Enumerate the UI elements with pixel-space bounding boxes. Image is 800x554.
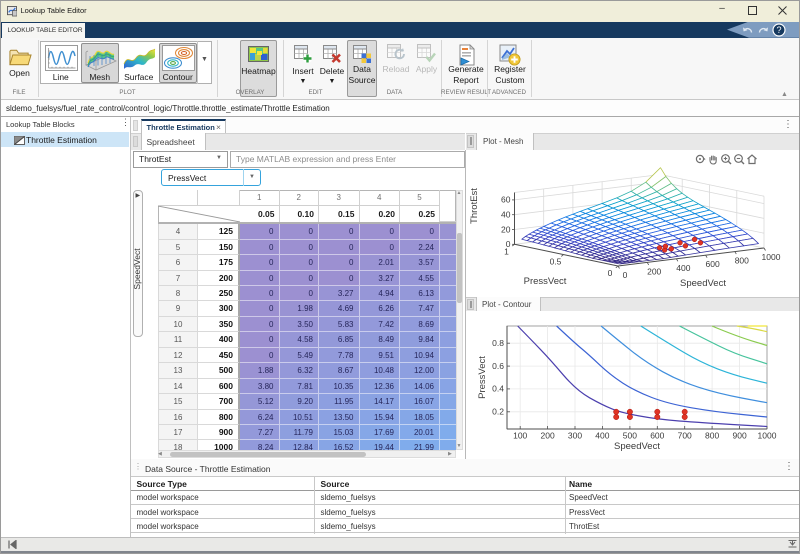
svg-text:60: 60: [501, 195, 511, 205]
svg-text:ThrotEst: ThrotEst: [469, 188, 480, 224]
svg-text:800: 800: [735, 256, 749, 266]
svg-text:100: 100: [513, 431, 527, 441]
svg-text:800: 800: [705, 431, 719, 441]
svg-text:300: 300: [568, 431, 582, 441]
svg-text:500: 500: [623, 431, 637, 441]
svg-text:600: 600: [706, 259, 720, 269]
svg-text:PressVect: PressVect: [477, 356, 488, 399]
svg-text:0.2: 0.2: [492, 407, 504, 417]
svg-text:PressVect: PressVect: [524, 276, 567, 287]
svg-text:200: 200: [541, 431, 555, 441]
svg-text:SpeedVect: SpeedVect: [614, 441, 660, 452]
svg-text:400: 400: [595, 431, 609, 441]
svg-text:0: 0: [506, 239, 511, 249]
svg-text:0.8: 0.8: [492, 338, 504, 348]
svg-text:0.4: 0.4: [492, 384, 504, 394]
svg-text:0.6: 0.6: [492, 361, 504, 371]
svg-text:600: 600: [650, 431, 664, 441]
svg-text:200: 200: [647, 266, 661, 276]
svg-text:1000: 1000: [758, 431, 777, 441]
svg-text:0: 0: [623, 270, 628, 280]
svg-text:0: 0: [608, 268, 613, 278]
svg-text:0.5: 0.5: [550, 257, 562, 267]
svg-text:40: 40: [501, 210, 511, 220]
svg-text:20: 20: [501, 224, 511, 234]
svg-text:SpeedVect: SpeedVect: [680, 278, 726, 289]
svg-text:1000: 1000: [762, 252, 781, 262]
svg-text:400: 400: [676, 263, 690, 273]
svg-text:900: 900: [733, 431, 747, 441]
svg-text:700: 700: [678, 431, 692, 441]
svg-text:?: ?: [776, 25, 781, 35]
